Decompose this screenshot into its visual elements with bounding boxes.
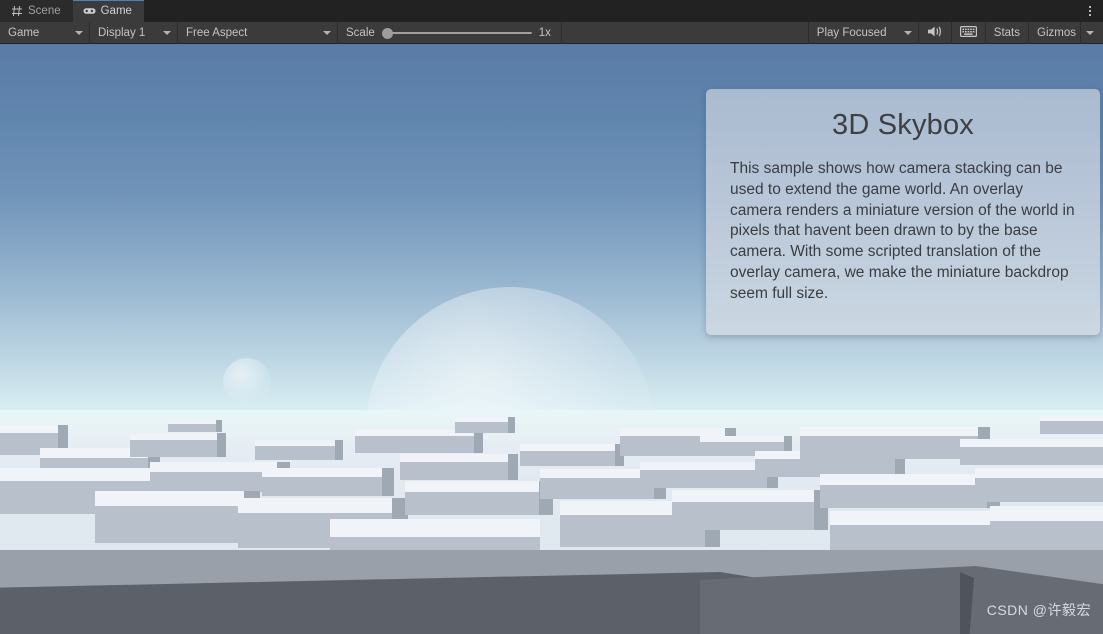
city-block — [1040, 416, 1103, 434]
city-block — [130, 433, 226, 457]
gizmos-button-label: Gizmos — [1037, 27, 1076, 39]
city-block-face — [405, 492, 553, 515]
scale-label: Scale — [346, 27, 375, 39]
tab-scene-label: Scene — [28, 5, 61, 17]
small-moon-sphere — [223, 358, 271, 406]
city-block-roof — [238, 498, 408, 513]
city-block-side — [508, 454, 518, 480]
panel-description: This sample shows how camera stacking ca… — [728, 159, 1078, 305]
city-block-roof — [400, 454, 518, 462]
city-block — [168, 420, 222, 432]
tab-game[interactable]: Game — [73, 0, 144, 22]
city-block — [455, 417, 515, 433]
city-block-face — [820, 485, 1000, 508]
chevron-down-icon — [904, 31, 912, 35]
city-block-roof — [0, 468, 161, 481]
city-block-roof — [620, 428, 736, 436]
window-tab-bar: Scene Game — [0, 0, 1103, 22]
city-block-face — [1040, 421, 1103, 434]
city-block — [520, 444, 624, 466]
city-block-face — [672, 502, 828, 530]
city-block — [255, 440, 343, 460]
city-block — [960, 439, 1103, 465]
chevron-down-icon — [163, 31, 171, 35]
city-block-roof — [95, 491, 260, 506]
city-block-roof — [975, 468, 1103, 478]
city-block-roof — [990, 506, 1103, 521]
city-block-side — [217, 433, 226, 457]
city-block-roof — [262, 468, 394, 477]
gamepad-icon — [83, 5, 96, 18]
city-block — [990, 506, 1103, 556]
city-block-side — [508, 417, 515, 433]
city-block-side — [382, 468, 394, 496]
city-block-face — [960, 447, 1103, 465]
grid-icon — [10, 5, 23, 18]
mute-audio-button[interactable] — [918, 22, 951, 44]
city-block-face — [95, 506, 260, 543]
tab-scene[interactable]: Scene — [0, 0, 73, 22]
gizmos-button[interactable]: Gizmos — [1028, 22, 1080, 44]
city-block-roof — [672, 490, 828, 502]
city-block-side — [335, 440, 343, 460]
city-block — [400, 454, 518, 480]
game-view-toolbar: Game Display 1 Free Aspect Scale 1x Play… — [0, 22, 1103, 44]
game-view-render[interactable]: 3D Skybox This sample shows how camera s… — [0, 44, 1103, 634]
city-block-side — [216, 420, 222, 432]
view-dropdown-label: Game — [8, 27, 39, 39]
gizmos-dropdown-button[interactable] — [1080, 22, 1103, 44]
city-block — [672, 490, 828, 530]
city-block-roof — [520, 444, 624, 451]
city-block — [975, 468, 1103, 502]
city-block-face — [355, 436, 483, 453]
play-mode-dropdown[interactable]: Play Focused — [808, 22, 918, 44]
chevron-down-icon — [323, 31, 331, 35]
city-block-face — [975, 478, 1103, 502]
tab-game-label: Game — [101, 5, 132, 17]
city-block-face — [262, 477, 394, 496]
unity-game-window: Scene Game Game Display 1 — [0, 0, 1103, 634]
city-block-roof — [800, 427, 990, 436]
stats-button[interactable]: Stats — [985, 22, 1028, 44]
city-block — [262, 468, 394, 496]
scale-value: 1x — [539, 27, 553, 39]
city-block-face — [130, 440, 226, 457]
display-dropdown-label: Display 1 — [98, 27, 145, 39]
chevron-down-icon — [1086, 31, 1094, 35]
display-stats-icon — [960, 25, 977, 41]
city-block-roof — [820, 474, 1000, 485]
city-block-face — [455, 422, 515, 433]
city-block-roof — [330, 519, 540, 537]
speaker-icon — [927, 25, 943, 41]
city-block-roof — [405, 481, 553, 492]
view-dropdown[interactable]: Game — [0, 22, 90, 44]
scale-slider[interactable] — [382, 27, 532, 39]
stats-display-toggle[interactable] — [951, 22, 985, 44]
sample-info-panel: 3D Skybox This sample shows how camera s… — [706, 89, 1100, 335]
aspect-ratio-label: Free Aspect — [186, 27, 247, 39]
toolbar-spacer — [562, 22, 808, 43]
scale-slider-track — [388, 32, 532, 34]
city-block — [820, 474, 1000, 508]
scale-slider-handle[interactable] — [382, 28, 393, 39]
play-mode-label: Play Focused — [817, 27, 887, 39]
more-options-icon[interactable] — [1077, 0, 1103, 22]
city-block-roof — [130, 433, 226, 440]
city-block — [95, 491, 260, 543]
city-block-face — [400, 462, 518, 480]
scale-control[interactable]: Scale 1x — [338, 22, 562, 44]
city-block-roof — [960, 439, 1103, 447]
display-dropdown[interactable]: Display 1 — [90, 22, 178, 44]
city-block-face — [168, 424, 222, 432]
tab-bar-empty-space — [144, 0, 1077, 22]
panel-title: 3D Skybox — [728, 107, 1078, 143]
city-block-face — [520, 451, 624, 466]
city-block-face — [255, 446, 343, 460]
stats-button-label: Stats — [994, 27, 1020, 39]
chevron-down-icon — [75, 31, 83, 35]
city-block — [405, 481, 553, 515]
aspect-ratio-dropdown[interactable]: Free Aspect — [178, 22, 338, 44]
